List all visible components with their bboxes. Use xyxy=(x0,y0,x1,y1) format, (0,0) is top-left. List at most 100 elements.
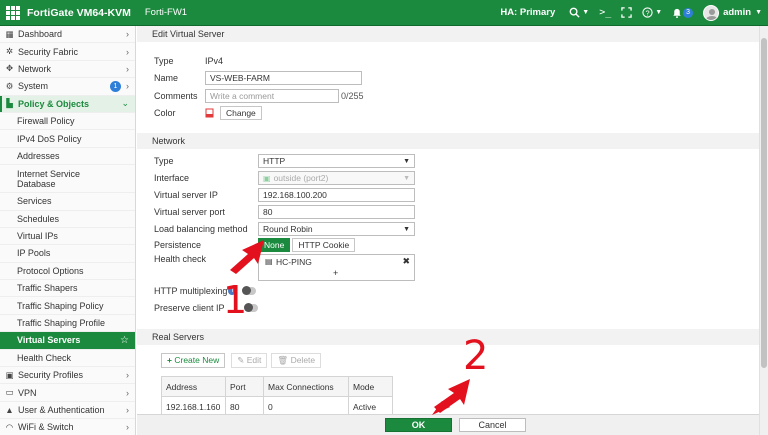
interface-value: outside (port2) xyxy=(273,172,329,183)
sidebar-item-ipv4-dos-policy[interactable]: IPv4 DoS Policy xyxy=(0,130,135,148)
column-header-address[interactable]: Address xyxy=(161,376,226,397)
chevron-right-icon: › xyxy=(126,370,129,381)
ok-button[interactable]: OK xyxy=(385,418,452,432)
chevron-right-icon: › xyxy=(126,46,129,57)
fortinet-logo-icon[interactable] xyxy=(6,5,21,20)
main-content: Edit Virtual Server Type IPv4 Name VS-WE… xyxy=(137,26,759,435)
sidebar-item-services[interactable]: Services xyxy=(0,193,135,211)
real-servers-table: Address Port Max Connections Mode 192.16… xyxy=(161,376,393,417)
virtual-server-ip-input[interactable]: 192.168.100.200 xyxy=(258,187,415,202)
security-profiles-icon: ▣ xyxy=(5,369,14,380)
security-fabric-icon: ✲ xyxy=(5,46,14,57)
column-header-mode[interactable]: Mode xyxy=(348,376,393,397)
health-check-list[interactable]: ▤ HC-PING ✖ + xyxy=(258,254,415,281)
annotation-step-2: 2 xyxy=(463,333,489,379)
sidebar-item-label: Traffic Shapers xyxy=(17,283,78,294)
sidebar-item-virtual-ips[interactable]: Virtual IPs xyxy=(0,228,135,246)
sidebar-item-label: Health Check xyxy=(17,352,72,363)
sidebar-item-health-check[interactable]: Health Check xyxy=(0,350,135,368)
sidebar-item-dashboard[interactable]: ▦ Dashboard › xyxy=(0,26,135,44)
sidebar-item-wifi-switch[interactable]: ◠ WiFi & Switch › xyxy=(0,419,135,435)
chevron-down-icon: ▼ xyxy=(755,9,762,16)
search-icon xyxy=(569,7,580,18)
health-check-row: Health check ▤ HC-PING ✖ + xyxy=(154,254,415,281)
sidebar-item-policy-objects[interactable]: ▙ Policy & Objects ⌄ xyxy=(0,95,135,113)
color-swatch-icon xyxy=(205,108,214,117)
edit-button[interactable]: ✎ Edit xyxy=(231,353,268,368)
scrollbar-thumb[interactable] xyxy=(761,38,767,368)
notifications-button[interactable]: 3 xyxy=(672,7,694,18)
fullscreen-button[interactable] xyxy=(621,7,632,18)
chevron-down-icon: ▼ xyxy=(655,9,663,16)
add-health-check-icon[interactable]: + xyxy=(333,268,338,278)
name-label: Name xyxy=(154,72,179,83)
load-balancing-select[interactable]: Round Robin xyxy=(258,221,415,236)
trash-icon: 🗑 xyxy=(277,355,289,365)
search-button[interactable]: ▼ xyxy=(569,7,589,18)
sidebar-item-protocol-options[interactable]: Protocol Options xyxy=(0,263,135,281)
chevron-right-icon: › xyxy=(126,422,129,433)
help-button[interactable]: ? ▼ xyxy=(642,7,662,18)
column-header-port[interactable]: Port xyxy=(225,376,264,397)
sidebar-item-label: Firewall Policy xyxy=(17,116,75,127)
change-color-button[interactable]: Change xyxy=(220,105,262,120)
table-header-row: Address Port Max Connections Mode xyxy=(161,376,393,397)
sidebar-item-label: Network xyxy=(18,63,52,74)
svg-text:?: ? xyxy=(646,8,650,17)
sidebar-item-virtual-servers[interactable]: Virtual Servers ☆ xyxy=(0,332,135,350)
sidebar-item-system[interactable]: ⚙ System 1 › xyxy=(0,78,135,96)
chevron-right-icon: › xyxy=(126,81,129,92)
remove-health-check-icon[interactable]: ✖ xyxy=(402,256,410,267)
main-scrollbar[interactable] xyxy=(759,26,768,435)
ha-status[interactable]: HA: Primary xyxy=(500,7,555,18)
cli-console-button[interactable]: >_ xyxy=(599,7,611,18)
chevron-down-icon: ▼ xyxy=(582,9,590,16)
sidebar-item-user-authentication[interactable]: ▲ User & Authentication › xyxy=(0,402,135,420)
sidebar-item-label: Services xyxy=(17,196,52,207)
sidebar-item-vpn[interactable]: ▭ VPN › xyxy=(0,384,135,402)
plus-icon: + xyxy=(167,355,172,365)
user-menu[interactable]: admin ▼ xyxy=(703,4,762,21)
sidebar-item-label: WiFi & Switch xyxy=(18,422,74,433)
sidebar-item-security-fabric[interactable]: ✲ Security Fabric › xyxy=(0,43,135,61)
avatar xyxy=(703,4,720,21)
system-alert-badge: 1 xyxy=(110,80,121,92)
policy-icon: ▙ xyxy=(6,98,13,109)
network-type-select[interactable]: HTTP xyxy=(258,153,415,168)
star-favorite-icon[interactable]: ☆ xyxy=(120,335,129,346)
network-icon: ✥ xyxy=(5,63,14,74)
sidebar-item-label: IP Pools xyxy=(17,248,51,259)
sidebar-item-traffic-shaping-policy[interactable]: Traffic Shaping Policy xyxy=(0,297,135,315)
name-input[interactable]: VS-WEB-FARM xyxy=(205,70,362,85)
chevron-right-icon: › xyxy=(126,387,129,398)
cancel-button[interactable]: Cancel xyxy=(459,418,526,432)
preserve-client-ip-label: Preserve client IP xyxy=(154,302,225,313)
sidebar-item-internet-service-database[interactable]: Internet Service Database xyxy=(0,165,135,194)
sidebar-item-label: Traffic Shaping Policy xyxy=(17,300,104,311)
persistence-http-cookie-button[interactable]: HTTP Cookie xyxy=(292,237,356,252)
section-header-real-servers: Real Servers xyxy=(137,329,759,345)
sidebar-item-label: Schedules xyxy=(17,213,60,224)
delete-button[interactable]: 🗑 Delete xyxy=(271,353,322,368)
sidebar-item-network[interactable]: ✥ Network › xyxy=(0,61,135,79)
virtual-server-port-input[interactable]: 80 xyxy=(258,204,415,219)
column-header-max-connections[interactable]: Max Connections xyxy=(263,376,349,397)
interface-select[interactable]: ▣ outside (port2) xyxy=(258,170,415,185)
sidebar-item-traffic-shapers[interactable]: Traffic Shapers xyxy=(0,280,135,298)
sidebar-item-security-profiles[interactable]: ▣ Security Profiles › xyxy=(0,367,135,385)
bell-icon xyxy=(673,8,681,18)
sidebar-item-ip-pools[interactable]: IP Pools xyxy=(0,245,135,263)
device-name: Forti-FW1 xyxy=(144,7,188,18)
annotation-step-1: 1 xyxy=(223,278,248,322)
sidebar-item-addresses[interactable]: Addresses xyxy=(0,148,135,166)
vpn-icon: ▭ xyxy=(5,387,14,398)
network-type-row: Type HTTP xyxy=(154,153,415,168)
sidebar-item-label: System xyxy=(18,81,49,92)
comments-input[interactable]: Write a comment xyxy=(205,88,339,103)
top-bar: FortiGate VM64-KVM Forti-FW1 HA: Primary… xyxy=(0,0,768,26)
sidebar-item-schedules[interactable]: Schedules xyxy=(0,211,135,228)
sidebar-item-firewall-policy[interactable]: Firewall Policy xyxy=(0,113,135,131)
type-label: Type xyxy=(154,55,174,66)
create-new-button[interactable]: + Create New xyxy=(161,353,226,368)
sidebar-item-traffic-shaping-profile[interactable]: Traffic Shaping Profile xyxy=(0,315,135,333)
